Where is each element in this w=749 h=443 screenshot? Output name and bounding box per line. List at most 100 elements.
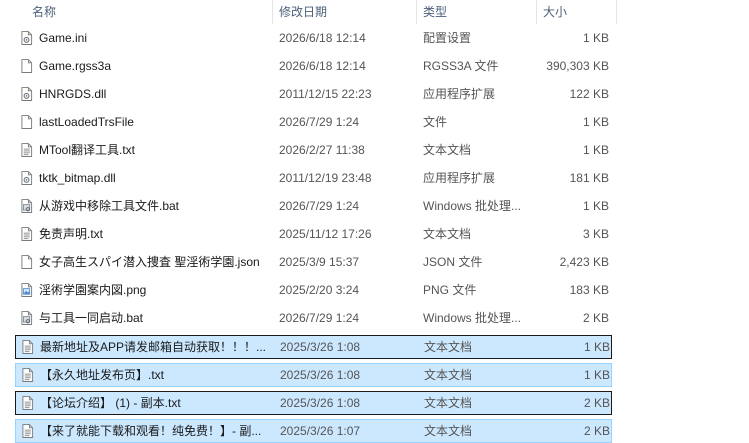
file-modified-date: 2025/11/12 17:26 [279,227,372,241]
file-size: 1 KB [582,115,609,129]
file-type: JSON 文件 [423,255,483,269]
file-icon-cell [19,167,35,189]
file-type: Windows 批处理... [423,311,522,325]
file-type: 配置设置 [423,31,472,45]
file-name: 女子高生スパイ潜入捜査 聖淫術学園.json [39,255,260,269]
file-icon-cell [19,27,35,49]
file-size: 1 KB [583,340,610,354]
file-row[interactable]: Game.ini 2026/6/18 12:14 配置设置 1 KB [15,27,612,51]
file-modified-date: 2026/2/27 11:38 [279,143,365,157]
column-header-date[interactable]: 修改日期 [275,0,413,24]
file-row[interactable]: MTool翻译工具.txt 2026/2/27 11:38 文本文档 1 KB [15,139,612,163]
file-icon-cell [19,307,35,329]
file-name: 最新地址及APP请发邮箱自动获取！！！... [40,340,267,354]
file-type: PNG 文件 [423,283,477,297]
file-type: 文件 [423,115,448,129]
file-modified-date: 2025/2/20 3:24 [279,283,360,297]
file-icon-cell [20,364,36,386]
file-icon-cell [19,55,35,77]
text-file-icon [21,227,33,242]
file-row[interactable]: 【永久地址发布页】.txt 2025/3/26 1:08 文本文档 1 KB [15,363,612,387]
file-size: 1 KB [583,368,610,382]
file-name: 从游戏中移除工具文件.bat [39,199,180,213]
file-name: 【来了就能下载和观看！纯免费！】- 副... [40,424,262,438]
file-name: 免责声明.txt [39,227,104,241]
file-icon-cell [19,83,35,105]
file-size: 2 KB [583,424,610,438]
file-modified-date: 2011/12/19 23:48 [279,171,372,185]
file-type: 应用程序扩展 [423,171,496,185]
file-modified-date: 2026/7/29 1:24 [279,115,360,129]
file-size: 2,423 KB [559,255,609,269]
file-size: 3 KB [582,227,609,241]
file-type: 文本文档 [424,340,473,354]
file-size: 1 KB [582,199,609,213]
file-row[interactable]: tktk_bitmap.dll 2011/12/19 23:48 应用程序扩展 181… [15,167,612,191]
column-divider[interactable] [416,0,417,24]
file-modified-date: 2026/7/29 1:24 [279,311,360,325]
file-name: Game.ini [39,31,88,45]
file-row[interactable]: 女子高生スパイ潜入捜査 聖淫術学園.json 2025/3/9 15:37 JSON… [15,251,612,275]
file-icon-cell [19,139,35,161]
file-modified-date: 2025/3/9 15:37 [279,255,360,269]
file-size: 2 KB [582,311,609,325]
file-icon-cell [19,279,35,301]
column-divider[interactable] [272,0,273,24]
file-modified-date: 2025/3/26 1:08 [280,396,361,410]
text-file-icon [22,340,34,355]
text-file-icon [21,143,33,158]
file-modified-date: 2025/3/26 1:08 [280,368,361,382]
file-modified-date: 2026/6/18 12:14 [279,59,366,73]
file-icon-cell [20,336,36,358]
file-type: 文本文档 [424,424,473,438]
file-row[interactable]: 【来了就能下载和观看！纯免费！】- 副... 2025/3/26 1:07 文本文档… [15,419,612,443]
file-row[interactable]: 淫術学園案内図.png 2025/2/20 3:24 PNG 文件 183 KB [15,279,612,303]
dll-file-icon [21,87,33,102]
file-icon-cell [19,195,35,217]
file-type: Windows 批处理... [423,199,522,213]
file-type: 文本文档 [424,368,473,382]
file-row[interactable]: 从游戏中移除工具文件.bat 2026/7/29 1:24 Windows 批处理.… [15,195,612,219]
file-size: 1 KB [582,31,609,45]
column-divider[interactable] [536,0,537,24]
dll-file-icon [21,171,33,186]
file-row[interactable]: 最新地址及APP请发邮箱自动获取！！！... 2025/3/26 1:08 文本文档… [15,335,612,359]
text-file-icon [22,368,34,383]
file-size: 2 KB [583,396,610,410]
batch-file-icon [21,311,33,326]
file-modified-date: 2026/6/18 12:14 [279,31,366,45]
file-name: 【论坛介绍】 (1) - 副本.txt [40,396,181,410]
column-header-name[interactable]: 名称 [28,0,268,24]
file-row[interactable]: HNRGDS.dll 2011/12/15 22:23 应用程序扩展 122 KB [15,83,612,107]
file-modified-date: 2025/3/26 1:07 [280,424,361,438]
file-type: 文本文档 [424,396,473,410]
file-row[interactable]: 与工具一同启动.bat 2026/7/29 1:24 Windows 批处理... 2… [15,307,612,331]
batch-file-icon [21,199,33,214]
file-size: 390,303 KB [546,59,609,73]
file-row[interactable]: lastLoadedTrsFile 2026/7/29 1:24 文件 1 KB [15,111,612,135]
column-header-size[interactable]: 大小 [539,0,615,24]
file-type: 应用程序扩展 [423,87,496,101]
file-modified-date: 2025/3/26 1:08 [280,340,361,354]
file-name: Game.rgss3a [39,59,112,73]
file-name: HNRGDS.dll [39,87,107,101]
file-name: lastLoadedTrsFile [39,115,134,129]
file-name: MTool翻译工具.txt [39,143,136,157]
blank-file-icon [21,115,33,130]
file-name: 与工具一同启动.bat [39,311,144,325]
file-row[interactable]: Game.rgss3a 2026/6/18 12:14 RGSS3A 文件 390,3… [15,55,612,79]
blank-file-icon [21,59,33,74]
file-type: 文本文档 [423,143,472,157]
file-size: 122 KB [569,87,609,101]
text-file-icon [22,424,34,439]
file-modified-date: 2026/7/29 1:24 [279,199,360,213]
column-header-type[interactable]: 类型 [419,0,533,24]
file-size: 181 KB [569,171,609,185]
file-row[interactable]: 免责声明.txt 2025/11/12 17:26 文本文档 3 KB [15,223,612,247]
file-icon-cell [19,223,35,245]
blank-file-icon [21,255,33,270]
file-name: tktk_bitmap.dll [39,171,116,185]
file-row[interactable]: 【论坛介绍】 (1) - 副本.txt 2025/3/26 1:08 文本文档 2 K… [15,391,612,415]
file-icon-cell [20,420,36,442]
column-divider[interactable] [616,0,617,24]
